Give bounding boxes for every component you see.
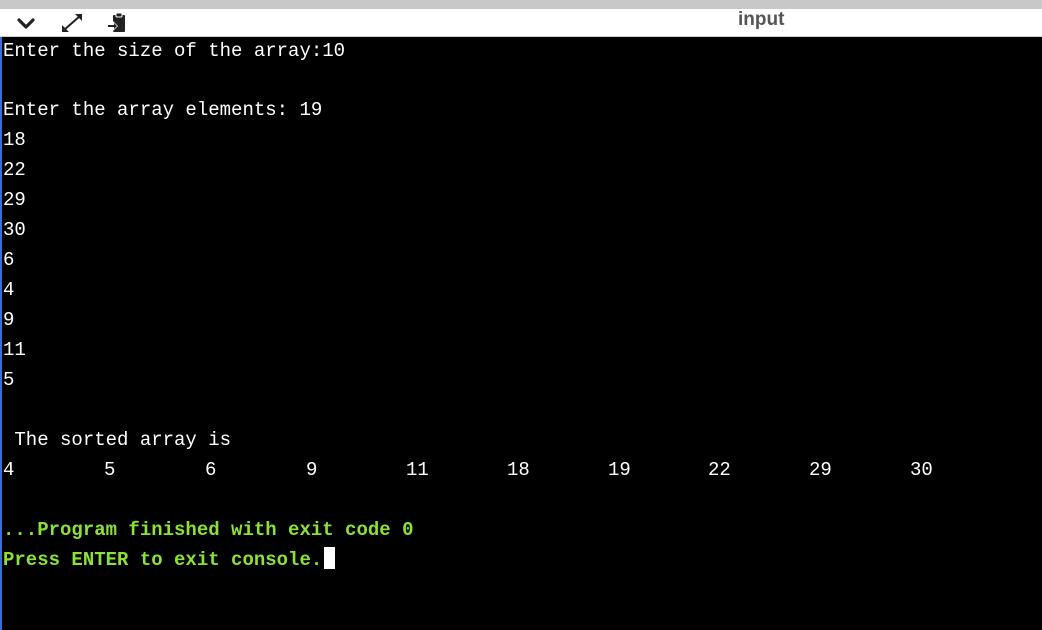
input-value-line: 22: [3, 159, 26, 181]
input-value-line: 5: [3, 369, 15, 391]
text-cursor: [324, 547, 336, 569]
chevron-down-icon: [17, 18, 35, 29]
console-output[interactable]: Enter the size of the array:10 Enter the…: [3, 37, 1039, 630]
console-toolbar: input: [0, 9, 1042, 37]
sorted-value: 6: [205, 459, 217, 481]
press-enter-line: Press ENTER to exit console.: [3, 545, 1039, 575]
sorted-value: 4: [3, 459, 15, 481]
expand-button[interactable]: [59, 11, 85, 35]
collapse-button[interactable]: [13, 11, 39, 35]
sorted-value: 9: [306, 459, 318, 481]
size-prompt-line: Enter the size of the array:10: [3, 40, 346, 62]
sorted-label-line: The sorted array is: [3, 429, 232, 451]
panel-title: input: [738, 9, 785, 30]
sorted-value: 30: [910, 459, 933, 481]
input-value-line: 9: [3, 309, 15, 331]
input-value-line: 18: [3, 129, 26, 151]
input-value-line: 30: [3, 219, 26, 241]
press-enter-text: Press ENTER to exit console.: [3, 549, 323, 571]
copy-button[interactable]: [104, 11, 130, 35]
console-left-border: [0, 37, 2, 630]
window-top-strip: [0, 0, 1042, 9]
exit-message-line: ...Program finished with exit code 0: [3, 519, 414, 541]
elements-prompt-line: Enter the array elements: 19: [3, 99, 323, 121]
sorted-value: 22: [708, 459, 731, 481]
input-value-line: 11: [3, 339, 26, 361]
sorted-value: 19: [608, 459, 631, 481]
expand-icon: [62, 14, 82, 32]
copy-icon: [107, 12, 125, 32]
sorted-value: 11: [406, 459, 429, 481]
input-value-line: 6: [3, 249, 15, 271]
sorted-value: 18: [507, 459, 530, 481]
input-value-line: 29: [3, 189, 26, 211]
sorted-value: 5: [104, 459, 116, 481]
sorted-value: 29: [809, 459, 832, 481]
sorted-values-row: 4 5 6 9 11 18 19 22 29 30: [3, 455, 1039, 485]
input-value-line: 4: [3, 279, 15, 301]
